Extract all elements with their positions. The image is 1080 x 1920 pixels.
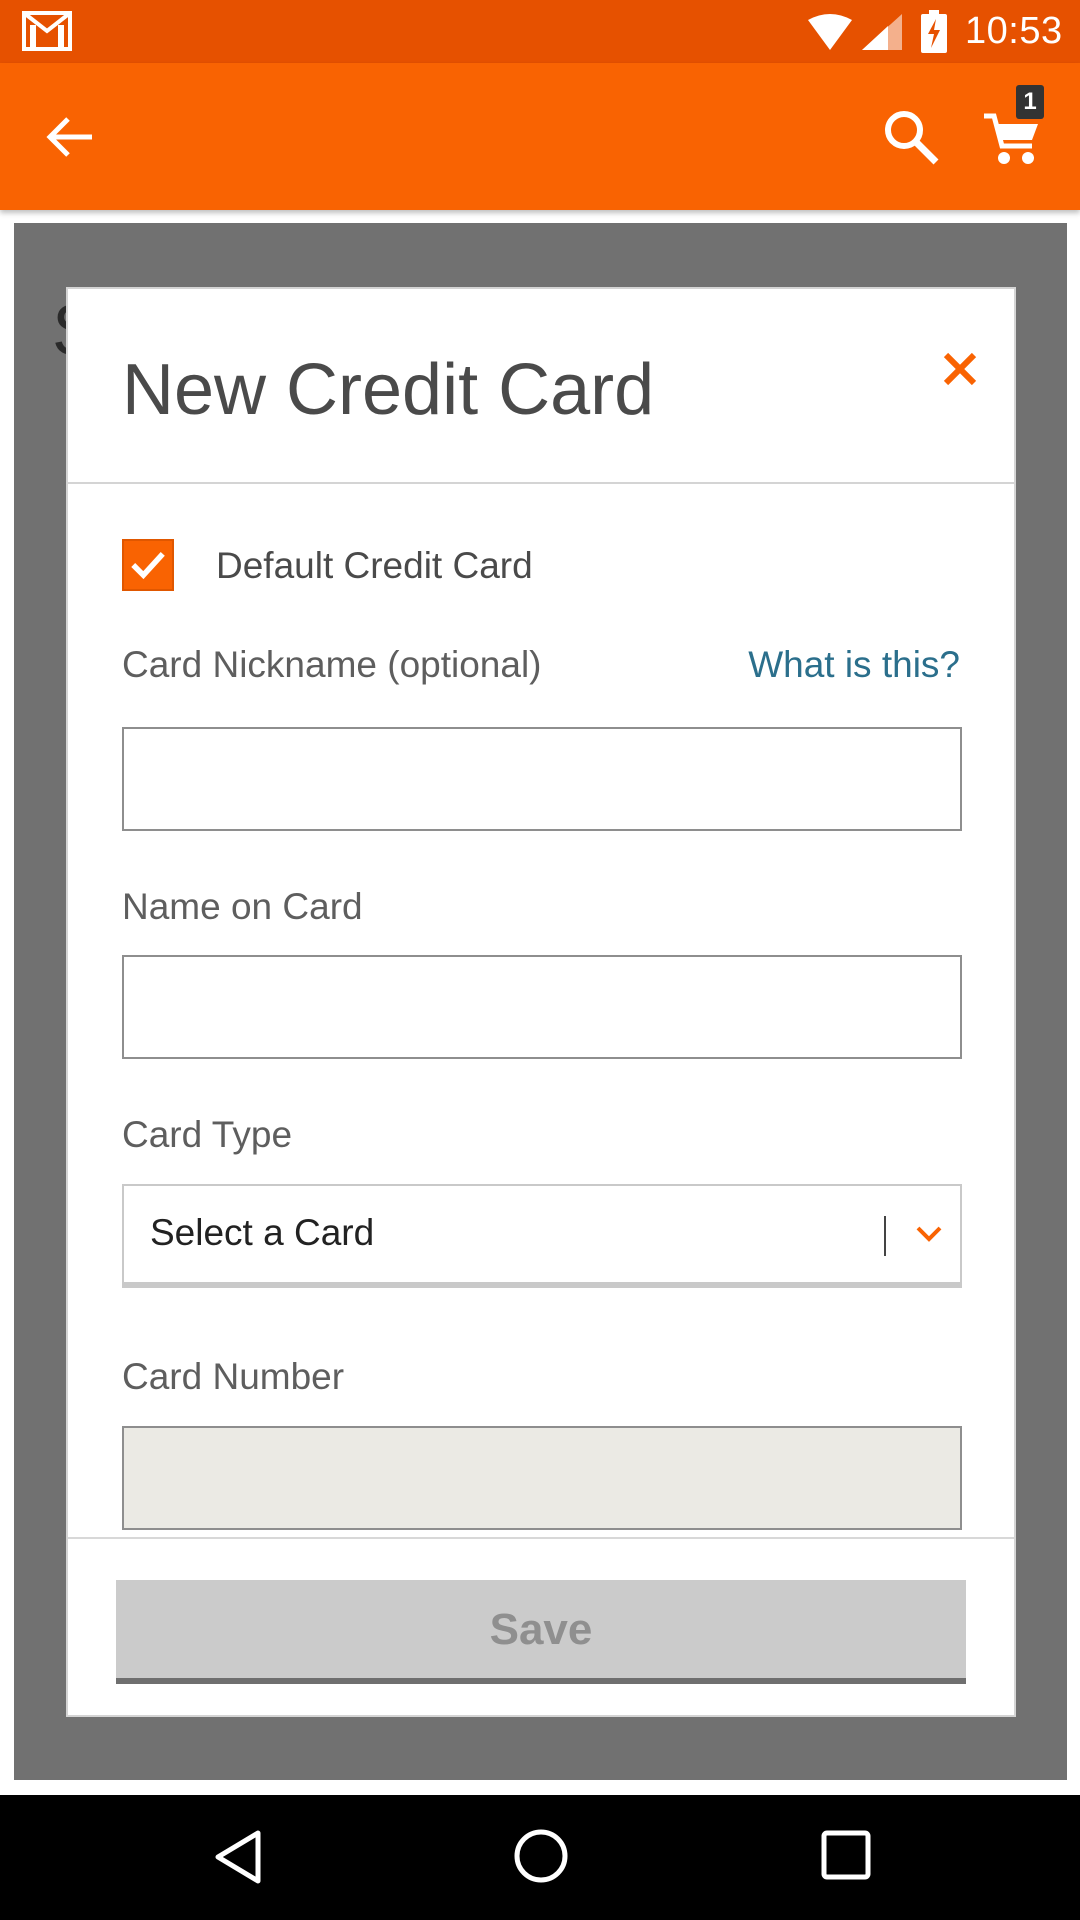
save-button[interactable]: Save [116, 1580, 966, 1684]
card-type-label: Card Type [122, 1114, 293, 1155]
close-icon[interactable] [940, 349, 980, 389]
footer-divider [68, 1537, 1014, 1539]
nav-recents-icon[interactable] [818, 1827, 874, 1883]
new-credit-card-dialog: New Credit Card Default Credit Card Card… [66, 287, 1016, 1717]
app-bar: 1 [0, 63, 1080, 210]
card-number-label: Card Number [122, 1356, 345, 1397]
nav-back-icon[interactable] [210, 1827, 270, 1887]
status-bar: 10:53 [0, 0, 1080, 63]
checkmark-icon [131, 552, 165, 580]
name-on-card-label: Name on Card [122, 886, 363, 927]
cart-icon[interactable] [982, 110, 1042, 170]
chevron-down-icon [916, 1226, 942, 1242]
clock: 10:53 [965, 10, 1063, 52]
navigation-bar [0, 1795, 1080, 1920]
cart-count-badge: 1 [1016, 85, 1044, 119]
card-type-select[interactable]: Select a Card [122, 1184, 962, 1288]
name-on-card-input[interactable] [122, 955, 962, 1059]
card-type-selected-value: Select a Card [150, 1212, 375, 1253]
select-separator [884, 1216, 886, 1256]
card-nickname-input[interactable] [122, 727, 962, 831]
battery-charging-icon [921, 10, 947, 53]
dialog-title: New Credit Card [122, 350, 655, 430]
gmail-icon [22, 11, 72, 51]
back-arrow-icon[interactable] [40, 107, 100, 167]
what-is-this-link[interactable]: What is this? [748, 644, 960, 686]
cell-signal-icon [862, 14, 902, 50]
default-credit-card-label[interactable]: Default Credit Card [216, 545, 533, 587]
default-credit-card-checkbox[interactable] [122, 539, 174, 591]
search-icon[interactable] [880, 106, 942, 168]
wifi-icon [808, 14, 852, 50]
card-number-input[interactable] [122, 1426, 962, 1530]
card-nickname-label: Card Nickname (optional) [122, 644, 542, 685]
screen: 10:53 1 S New Credit Card [0, 0, 1080, 1920]
header-divider [68, 482, 1014, 484]
nav-home-icon[interactable] [510, 1825, 572, 1887]
